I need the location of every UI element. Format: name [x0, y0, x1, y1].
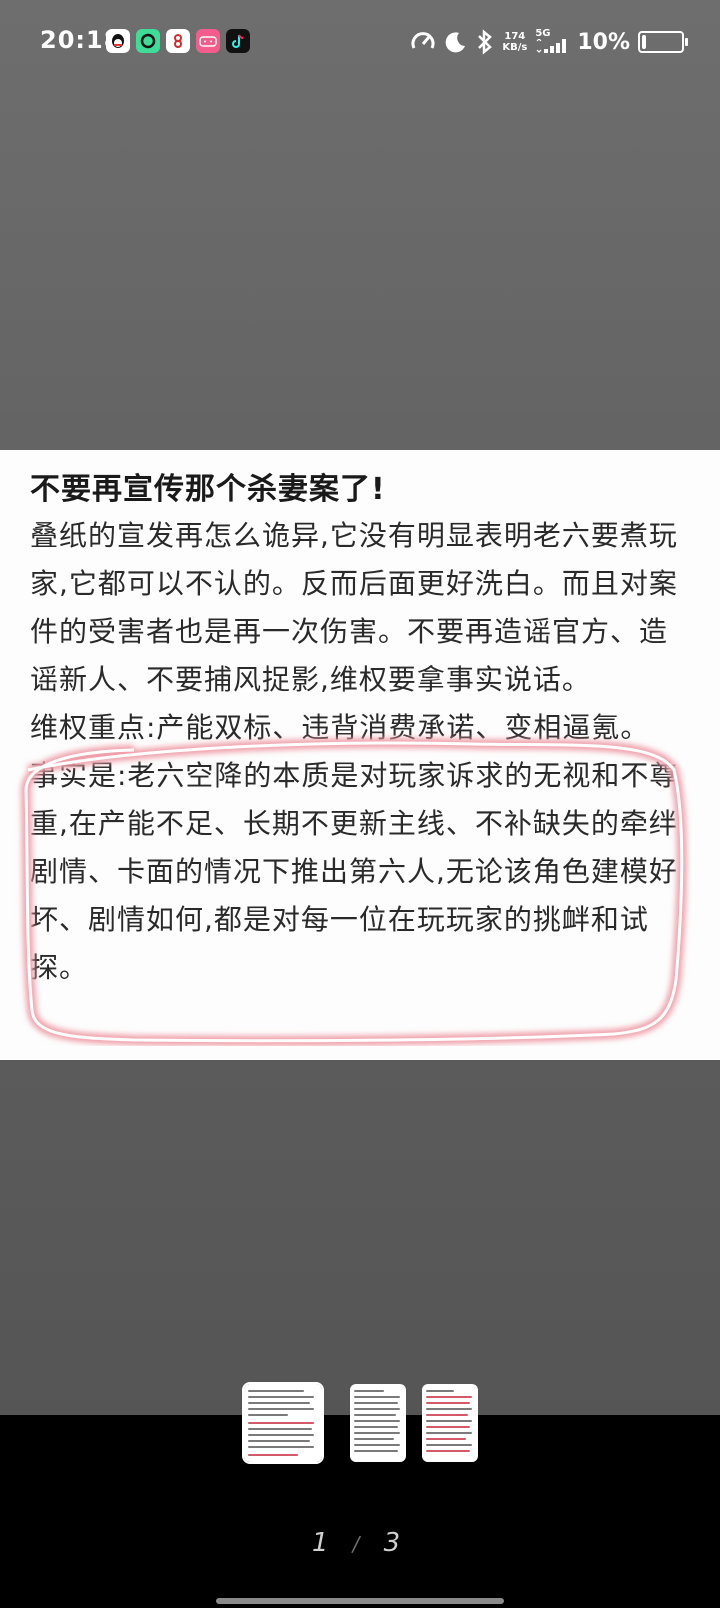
notification-icons: [106, 29, 250, 53]
battery-icon: [638, 31, 688, 53]
current-page: 1: [311, 1528, 337, 1558]
document-title: 不要再宣传那个杀妻案了!: [30, 472, 386, 507]
home-indicator-bar[interactable]: [216, 1598, 504, 1604]
camera-app-icon: [136, 29, 160, 53]
document-image[interactable]: 不要再宣传那个杀妻案了! 叠纸的宣发再怎么诡异,它没有明显表明老六要煮玩家,它都…: [0, 450, 720, 1060]
thumbnail-page-3[interactable]: [422, 1384, 478, 1462]
battery-level: [642, 35, 646, 49]
network-speed: 174 KB/s: [502, 31, 527, 53]
document-body: 叠纸的宣发再怎么诡异,它没有明显表明老六要煮玩家,它都可以不认的。反而后面更好洗…: [30, 512, 690, 992]
system-indicators: 174 KB/s 5G 10%: [410, 28, 688, 56]
qq-icon: [106, 29, 130, 53]
signal-bars-icon: [536, 38, 567, 53]
page-separator: /: [352, 1532, 368, 1556]
network-type: 5G: [535, 28, 551, 39]
paragraph-intro: 叠纸的宣发再怎么诡异,它没有明显表明老六要煮玩家,它都可以不认的。反而后面更好洗…: [30, 519, 678, 696]
page-thumbnails: [242, 1382, 494, 1466]
status-bar: 20:18 174 KB/s 5G 10%: [0, 0, 720, 84]
total-pages: 3: [383, 1528, 409, 1558]
network-speed-unit: KB/s: [502, 42, 528, 53]
network-speed-value: 174: [504, 31, 526, 42]
speedometer-icon: [411, 32, 435, 49]
thumbnail-page-1[interactable]: [242, 1382, 324, 1464]
cellular-indicator: 5G: [535, 28, 569, 56]
douyin-icon: [226, 29, 250, 53]
paragraph-key-points: 维权重点:产能双标、违背消费承诺、变相逼氪。: [30, 711, 650, 744]
china-unicom-icon: [166, 29, 190, 53]
battery-percent: 10%: [577, 29, 630, 55]
thumbnail-page-2[interactable]: [350, 1384, 406, 1462]
page-indicator: 1 / 3: [0, 1528, 720, 1558]
paragraph-facts: 事实是:老六空降的本质是对玩家诉求的无视和不尊重,在产能不足、长期不更新主线、不…: [30, 759, 679, 984]
bilibili-icon: [196, 29, 220, 53]
do-not-disturb-moon-icon: [446, 32, 466, 53]
bluetooth-icon: [478, 29, 493, 55]
